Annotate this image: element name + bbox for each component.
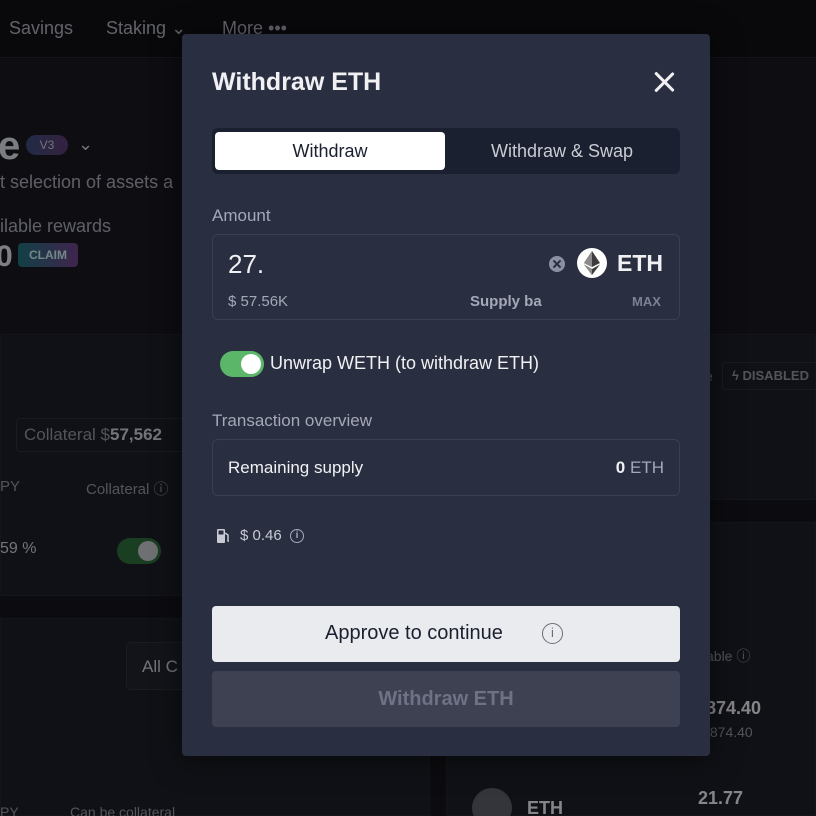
info-icon[interactable]: i bbox=[542, 623, 563, 644]
approve-button-label: Approve to continue bbox=[325, 622, 503, 644]
withdraw-eth-button: Withdraw ETH bbox=[212, 671, 680, 727]
tab-withdraw[interactable]: Withdraw bbox=[215, 132, 445, 170]
modal-title: Withdraw ETH bbox=[212, 68, 382, 96]
amount-input[interactable] bbox=[228, 247, 528, 281]
approve-button[interactable]: Approve to continue i bbox=[212, 606, 680, 662]
gas-pump-icon bbox=[217, 529, 229, 543]
withdraw-type-tabs: Withdraw Withdraw & Swap bbox=[212, 128, 680, 174]
info-icon[interactable]: i bbox=[290, 529, 304, 543]
unwrap-weth-toggle[interactable] bbox=[220, 351, 264, 377]
remaining-supply-label: Remaining supply bbox=[228, 458, 364, 477]
amount-label: Amount bbox=[212, 206, 271, 225]
eth-icon bbox=[577, 248, 607, 278]
supply-balance-label: Supply ba bbox=[470, 293, 542, 310]
tab-withdraw-and-swap[interactable]: Withdraw & Swap bbox=[448, 132, 676, 170]
withdraw-modal: Withdraw ETH Withdraw Withdraw & Swap Am… bbox=[182, 34, 710, 756]
close-icon[interactable] bbox=[648, 66, 680, 98]
gas-fee-value: $ 0.46 bbox=[240, 527, 282, 544]
max-button[interactable]: MAX bbox=[632, 294, 661, 309]
amount-field: ETH $ 57.56K Supply ba MAX bbox=[212, 234, 680, 320]
balance-mask bbox=[539, 283, 627, 319]
transaction-overview-title: Transaction overview bbox=[212, 411, 372, 430]
token-symbol: ETH bbox=[617, 250, 663, 276]
toggle-knob bbox=[241, 354, 261, 374]
unwrap-weth-label: Unwrap WETH (to withdraw ETH) bbox=[270, 353, 540, 373]
clear-icon[interactable] bbox=[549, 256, 565, 272]
transaction-overview: Remaining supply 0 ETH bbox=[212, 439, 680, 496]
usd-value: $ 57.56K bbox=[228, 293, 289, 310]
remaining-supply-value: 0 ETH bbox=[615, 458, 664, 477]
